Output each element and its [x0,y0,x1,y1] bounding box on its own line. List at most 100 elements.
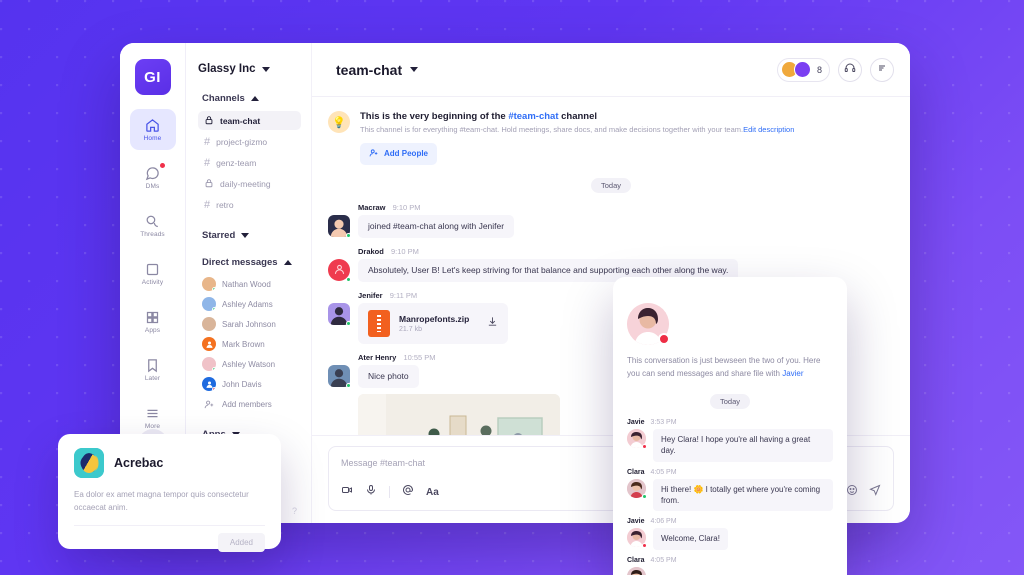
avatar [202,377,216,391]
message-time: 9:10 PM [392,202,421,212]
rail-item-activity[interactable]: Activity [130,253,176,294]
channel-menu-button[interactable] [870,57,894,82]
screen-background: GI Home DMs Threads Activity Apps Later … [0,0,1024,575]
channel-name: team-chat [220,115,261,126]
sidebar-channel-project-gizmo[interactable]: # project-gizmo [198,132,301,151]
avatar [202,297,216,311]
message-meta: Drakod 9:10 PM [358,247,894,256]
sidebar-channel-team-chat[interactable]: team-chat [198,111,301,130]
dm-partner-link[interactable]: Javier [782,369,803,378]
section-header-starred[interactable]: Starred [202,230,301,241]
emoji-icon[interactable] [846,483,858,501]
app-notification-card: Acrebac Ea dolor ex amet magna tempor qu… [58,434,281,553]
presence-indicator [346,232,351,238]
rail-item-home[interactable]: Home [129,109,176,150]
photo-attachment[interactable] [358,394,560,435]
presence-indicator [642,493,647,499]
video-icon[interactable] [341,483,353,501]
chevron-up-icon [283,260,292,265]
sidebar-channel-daily-meeting[interactable]: daily-meeting [198,174,301,193]
avatar[interactable] [328,364,351,388]
rail-item-dms[interactable]: DMs [130,157,176,198]
sidebar-dm-mark-brown[interactable]: Mark Brown [198,335,301,353]
edit-description-link[interactable]: Edit description [743,125,794,134]
help-glyph[interactable]: ? [292,506,297,516]
intro-channel-link[interactable]: #team-chat [508,111,558,122]
page-title[interactable]: team-chat [336,62,402,78]
avatar[interactable] [328,258,351,282]
message-time: 10:55 PM [403,352,436,362]
rail-label-dms: DMs [145,182,160,190]
section-header-direct-messages[interactable]: Direct messages [202,257,301,268]
text-format-icon[interactable]: Aa [426,487,439,498]
dm-message-time: 4:06 PM [650,518,677,526]
sidebar-dm-john-davis[interactable]: John Davis [198,375,301,393]
sidebar-add-members[interactable]: Add members [198,395,301,413]
avatar[interactable] [328,214,351,238]
mention-icon[interactable] [402,483,414,501]
dm-message-meta: Javie 3:53 PM [627,419,833,426]
sidebar-dm-nathan-wood[interactable]: Nathan Wood [198,275,301,293]
member-count-chip[interactable]: 8 [776,57,830,82]
app-added-button[interactable]: Added [217,533,265,553]
file-size: 21.7 kb [399,325,422,333]
rail-item-later[interactable]: Later [130,349,176,390]
avatar[interactable] [328,302,351,326]
huddle-button[interactable] [838,57,862,82]
file-attachment[interactable]: Manropefonts.zip 21.7 kb [358,302,508,344]
avatar [202,317,216,331]
message-author[interactable]: Jenifer [358,291,383,300]
avatar[interactable] [627,528,647,549]
message-author[interactable]: Macraw [358,203,386,212]
dm-name: Mark Brown [222,339,265,349]
composer-right-tools [846,483,881,501]
lock-icon [204,178,214,190]
presence-indicator [346,276,351,282]
send-icon[interactable] [869,483,881,501]
dm-message-author[interactable]: Javie [627,419,645,426]
sidebar-dm-ashley-watson[interactable]: Ashley Watson [198,355,301,373]
dm-message-author[interactable]: Clara [627,557,645,564]
message-text: Nice photo [358,364,419,389]
dm-name: Ashley Adams [222,299,273,309]
avatar[interactable] [627,566,646,575]
dm-icon [145,166,160,181]
avatar[interactable] [627,478,647,499]
dm-message-text: Welcome, Clara! [653,528,728,550]
mic-icon[interactable] [365,483,377,501]
add-person-icon [369,148,379,160]
dm-message-author[interactable]: Javie [627,518,645,525]
presence-indicator [212,387,216,391]
chevron-down-icon [261,66,270,72]
channel-name: project-gizmo [216,136,268,147]
day-divider-label: Today [590,177,631,193]
dm-name: Nathan Wood [222,279,271,289]
message-author[interactable]: Ater Henry [358,353,396,362]
app-name: Acrebac [114,456,164,470]
download-icon[interactable] [487,314,498,332]
add-people-button[interactable]: Add People [360,142,438,165]
presence-indicator [642,443,647,449]
workspace-name: Glassy Inc [198,63,256,75]
dm-message-author[interactable]: Clara [627,469,645,476]
sidebar-dm-ashley-adams[interactable]: Ashley Adams [198,295,301,313]
chevron-down-icon[interactable] [410,67,419,72]
presence-indicator [658,333,670,345]
rail-label-later: Later [144,374,161,382]
dm-message-item: Clara 4:05 PM [627,557,833,575]
workspace-logo[interactable]: GI [134,59,171,95]
sidebar-dm-sarah-johnson[interactable]: Sarah Johnson [198,315,301,333]
sidebar-channel-genz-team[interactable]: # genz-team [198,153,301,172]
rail-item-apps[interactable]: Apps [130,301,176,342]
section-label-direct-messages: Direct messages [202,257,278,268]
dm-message-meta: Clara 4:05 PM [627,469,833,476]
message-meta: Macraw 9:10 PM [358,203,894,212]
dm-partner-avatar[interactable] [627,303,670,345]
sidebar-channel-retro[interactable]: # retro [198,195,301,214]
workspace-switcher[interactable]: Glassy Inc [198,63,301,75]
avatar[interactable] [627,428,647,449]
message-author[interactable]: Drakod [358,247,384,256]
section-header-channels[interactable]: Channels [202,93,301,104]
rail-item-threads[interactable]: Threads [130,205,176,246]
direct-message-panel: This conversation is just bewseen the tw… [613,277,847,575]
